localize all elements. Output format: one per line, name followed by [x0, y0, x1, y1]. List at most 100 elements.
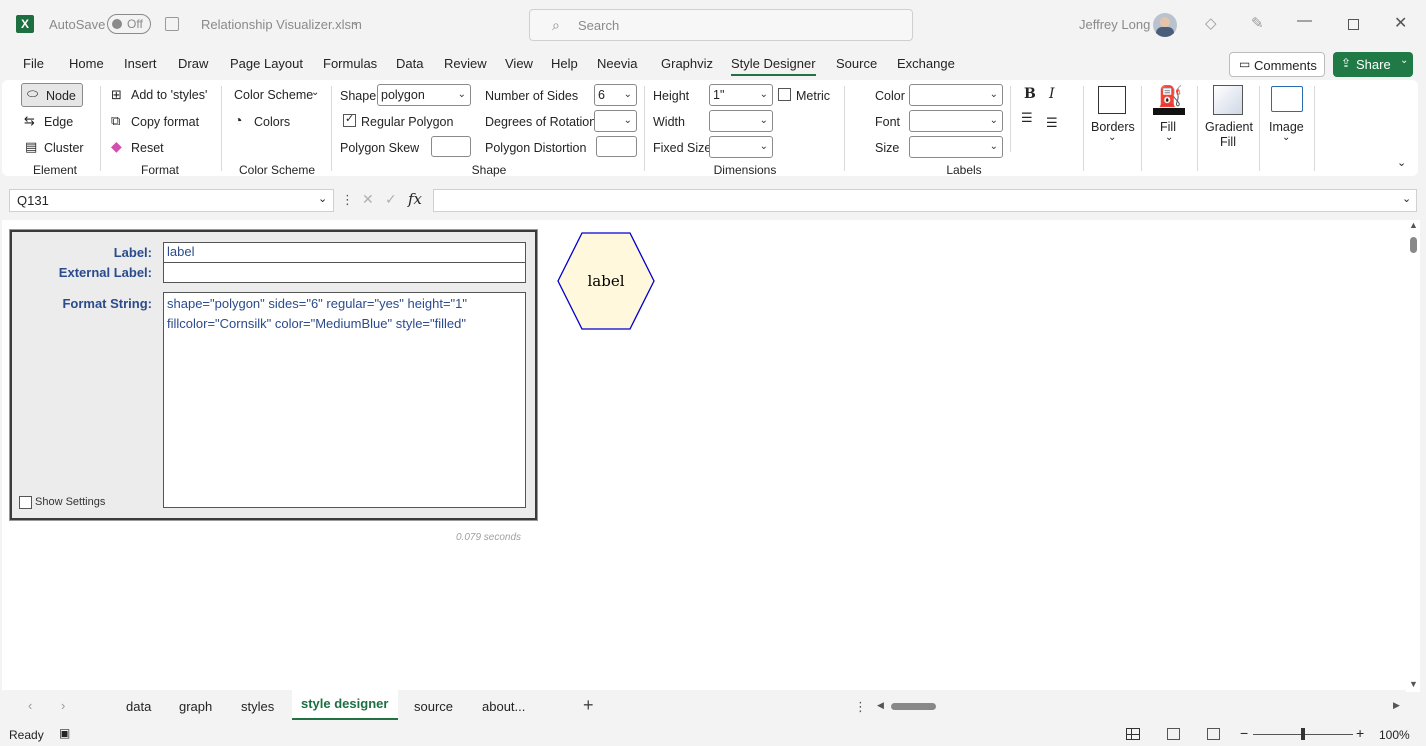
sheet-tab-data[interactable]: data — [126, 699, 151, 714]
add-to-styles-button[interactable]: ⊞ Add to 'styles' — [111, 87, 211, 107]
fill-button[interactable]: ⛽ Fill ⌄ — [1148, 84, 1190, 150]
format-string-textarea[interactable]: shape="polygon" sides="6" regular="yes" … — [163, 292, 526, 508]
chevron-down-icon[interactable]: ⌄ — [351, 17, 359, 28]
scroll-left-icon[interactable]: ◀ — [877, 700, 884, 711]
menu-source[interactable]: Source — [836, 56, 877, 76]
copy-format-button[interactable]: ⧉ Copy format — [111, 113, 211, 133]
edge-button[interactable]: ⇆ Edge — [24, 113, 84, 133]
pen-icon[interactable]: ✎ — [1251, 14, 1264, 32]
polygon-skew-input[interactable] — [431, 136, 471, 157]
enter-icon[interactable]: ✓ — [385, 191, 397, 208]
regular-polygon-checkbox[interactable]: ✓ — [343, 113, 356, 127]
menu-draw[interactable]: Draw — [178, 56, 208, 76]
bold-icon[interactable]: B — [1024, 86, 1036, 102]
scroll-up-icon[interactable]: ▲ — [1409, 220, 1418, 230]
reset-button[interactable]: ◆ Reset — [111, 138, 181, 159]
align-top-icon[interactable]: ☰ — [1021, 110, 1033, 126]
page-break-view-icon[interactable] — [1207, 728, 1220, 740]
save-icon[interactable] — [165, 17, 179, 31]
share-button[interactable]: ⇪ Share ⌄ — [1333, 52, 1413, 77]
next-sheet-icon[interactable]: › — [61, 698, 65, 713]
menu-style-designer[interactable]: Style Designer — [731, 56, 816, 76]
prev-sheet-icon[interactable]: ‹ — [28, 698, 32, 713]
zoom-slider-thumb[interactable] — [1301, 728, 1305, 740]
vertical-scrollbar[interactable]: ▲ ▼ — [1406, 220, 1420, 692]
width-select[interactable]: ⌄ — [709, 110, 773, 132]
show-settings-checkbox[interactable] — [19, 496, 32, 509]
zoom-slider[interactable] — [1253, 728, 1353, 740]
label-input[interactable]: label — [163, 242, 526, 263]
chevron-down-icon: ⌄ — [759, 115, 768, 126]
file-name[interactable]: Relationship Visualizer.xlsm — [201, 17, 362, 32]
more-options-icon[interactable]: ⋮ — [854, 699, 867, 715]
metric-checkbox[interactable] — [778, 88, 791, 101]
metric-label: Metric — [796, 89, 831, 103]
diamond-icon[interactable]: ◇ — [1205, 14, 1217, 32]
label-font-select[interactable]: ⌄ — [909, 110, 1003, 132]
close-icon[interactable]: ✕ — [1394, 13, 1407, 33]
zoom-level[interactable]: 100% — [1379, 728, 1410, 742]
scroll-right-icon[interactable]: ▶ — [1393, 700, 1400, 711]
colors-button[interactable]: ◔ Colors — [234, 112, 294, 133]
gradient-fill-button[interactable]: Gradient Fill — [1200, 84, 1256, 150]
scroll-down-icon[interactable]: ▼ — [1409, 679, 1418, 689]
sheet-tab-active[interactable]: style designer — [292, 690, 398, 720]
horizontal-scroll-thumb[interactable] — [891, 703, 936, 710]
menu-insert[interactable]: Insert — [124, 56, 157, 76]
label-color-select[interactable]: ⌄ — [909, 84, 1003, 106]
align-bottom-icon[interactable]: ☰ — [1046, 115, 1058, 131]
color-scheme-dropdown[interactable]: Color Scheme ⌄ — [234, 87, 322, 107]
menu-file[interactable]: File — [23, 56, 44, 76]
autosave-toggle[interactable]: Off — [107, 14, 151, 34]
cluster-button[interactable]: ▤ Cluster — [24, 139, 94, 159]
menu-help[interactable]: Help — [551, 56, 578, 76]
normal-view-icon[interactable] — [1126, 728, 1140, 740]
scroll-thumb[interactable] — [1410, 237, 1417, 253]
more-options-icon[interactable]: ⋮ — [341, 192, 354, 208]
function-icon[interactable]: fx — [408, 190, 422, 208]
add-sheet-icon[interactable]: + — [583, 695, 594, 716]
maximize-icon[interactable] — [1348, 19, 1359, 30]
minimize-icon[interactable]: — — [1297, 12, 1312, 29]
menu-exchange[interactable]: Exchange — [897, 56, 955, 76]
number-of-sides-select[interactable]: 6 ⌄ — [594, 84, 637, 106]
menu-page-layout[interactable]: Page Layout — [230, 56, 303, 76]
shape-select[interactable]: polygon ⌄ — [377, 84, 471, 106]
accessibility-icon[interactable]: ▣ — [59, 726, 70, 740]
name-box[interactable]: Q131 ⌄ — [9, 189, 334, 212]
image-button[interactable]: Image ⌄ — [1264, 84, 1310, 150]
fixed-size-select[interactable]: ⌄ — [709, 136, 773, 158]
avatar[interactable] — [1153, 13, 1177, 37]
chevron-down-icon: ⌄ — [1402, 193, 1412, 205]
menu-graphviz[interactable]: Graphviz — [661, 56, 713, 76]
polygon-distortion-input[interactable] — [596, 136, 637, 157]
menu-review[interactable]: Review — [444, 56, 487, 76]
external-label-input[interactable] — [163, 262, 526, 283]
label-size-select[interactable]: ⌄ — [909, 136, 1003, 158]
sheet-tab-graph[interactable]: graph — [179, 699, 212, 714]
collapse-ribbon-icon[interactable]: ⌄ — [1397, 156, 1406, 169]
page-layout-view-icon[interactable] — [1167, 728, 1180, 740]
formula-input[interactable]: ⌄ — [433, 189, 1417, 212]
menu-view[interactable]: View — [505, 56, 533, 76]
zoom-out-icon[interactable]: − — [1240, 725, 1248, 741]
polygon-skew-label: Polygon Skew — [340, 141, 420, 155]
menu-formulas[interactable]: Formulas — [323, 56, 377, 76]
menu-home[interactable]: Home — [69, 56, 104, 76]
node-button[interactable]: ⬭ Node — [21, 83, 83, 107]
search-box[interactable]: ⌕ Search — [529, 9, 913, 41]
italic-icon[interactable]: I — [1049, 86, 1055, 102]
menu-data[interactable]: Data — [396, 56, 423, 76]
sheet-tab-source[interactable]: source — [414, 699, 453, 714]
comments-button[interactable]: ▭ Comments — [1229, 52, 1325, 77]
height-select[interactable]: 1" ⌄ — [709, 84, 773, 106]
rotation-select[interactable]: ⌄ — [594, 110, 637, 132]
sheet-tab-about[interactable]: about... — [482, 699, 525, 714]
borders-button[interactable]: Borders ⌄ — [1087, 84, 1137, 150]
zoom-in-icon[interactable]: + — [1356, 725, 1364, 741]
group-label-labels: Labels — [946, 163, 982, 177]
menu-neevia[interactable]: Neevia — [597, 56, 637, 76]
cancel-icon[interactable]: ✕ — [362, 191, 374, 208]
sheet-tab-styles[interactable]: styles — [241, 699, 274, 714]
user-name[interactable]: Jeffrey Long — [1079, 17, 1150, 32]
